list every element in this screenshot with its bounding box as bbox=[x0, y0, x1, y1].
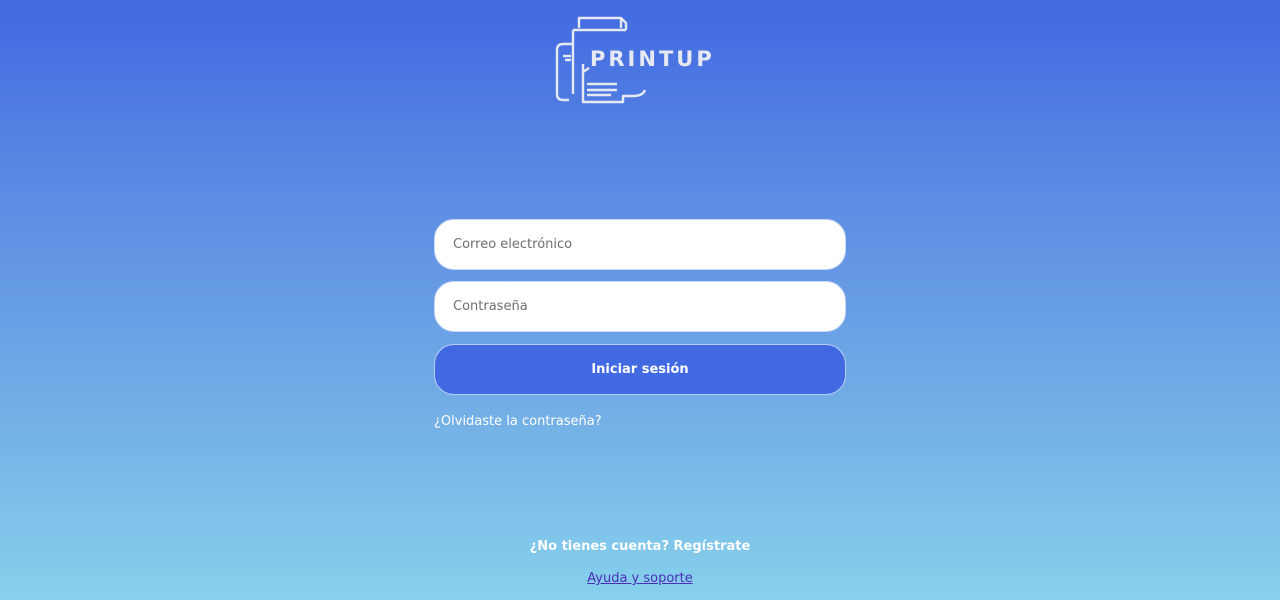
forgot-password-link[interactable]: ¿Olvidaste la contraseña? bbox=[434, 414, 602, 429]
email-field[interactable] bbox=[434, 219, 846, 270]
help-support-link[interactable]: Ayuda y soporte bbox=[587, 571, 693, 586]
login-form: Iniciar sesión ¿Olvidaste la contraseña? bbox=[434, 219, 846, 429]
login-button[interactable]: Iniciar sesión bbox=[434, 344, 846, 395]
logo-text: PRINTUP bbox=[590, 47, 715, 71]
signup-link[interactable]: ¿No tienes cuenta? Regístrate bbox=[0, 539, 1280, 554]
printup-logo: PRINTUP bbox=[553, 16, 733, 106]
password-field[interactable] bbox=[434, 281, 846, 332]
help-container: Ayuda y soporte bbox=[0, 571, 1280, 586]
